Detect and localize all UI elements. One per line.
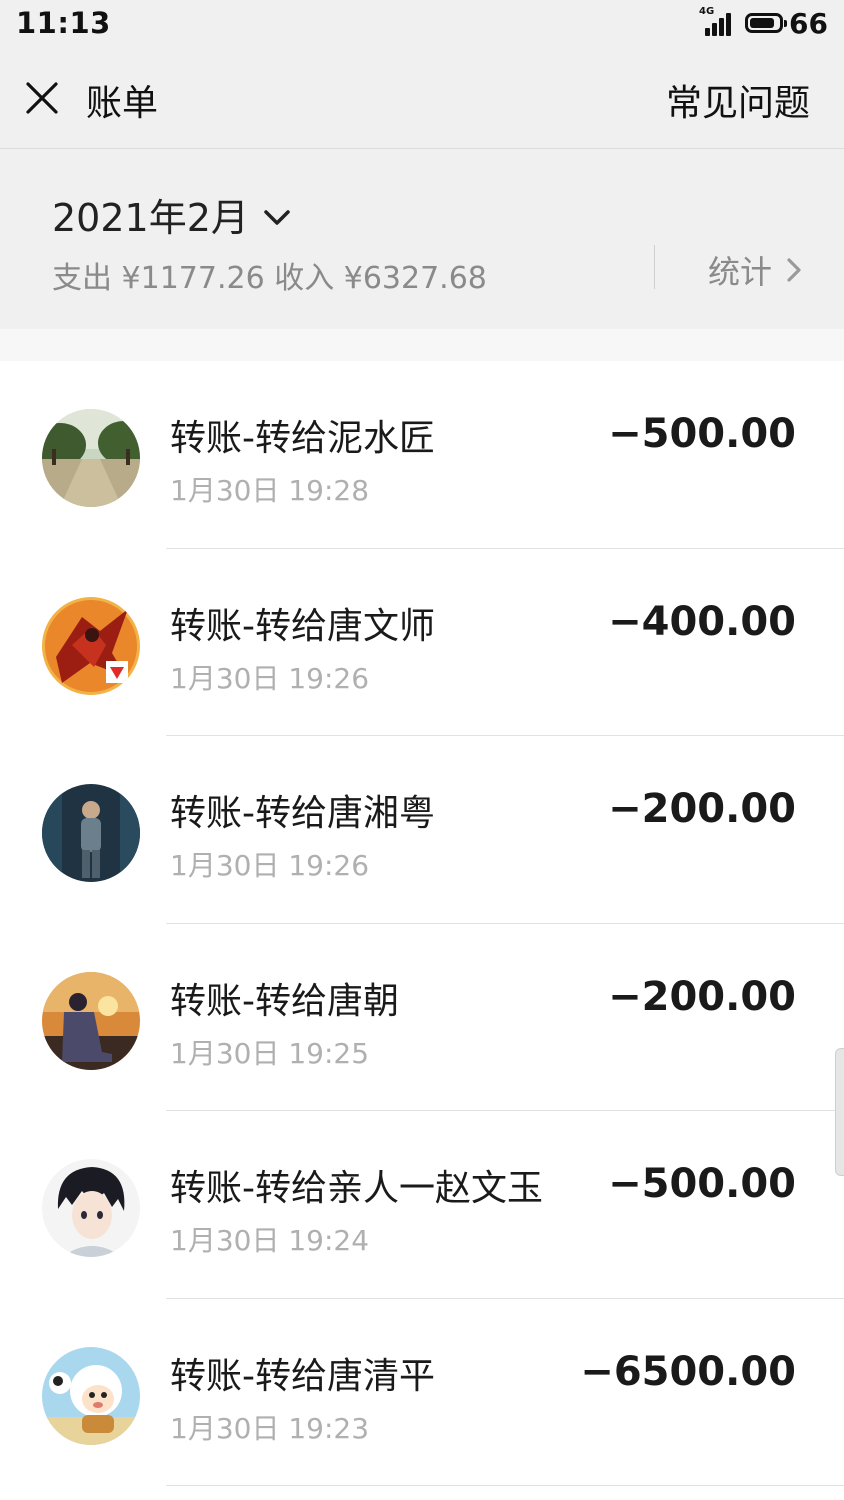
monthly-summary: 2021年2月 支出 ¥1177.26 收入 ¥6327.68 统计 (0, 149, 844, 329)
transaction-title: 转账-转给唐朝 (170, 980, 399, 1022)
divider (654, 245, 655, 289)
transaction-amount: −6500.00 (580, 1348, 796, 1395)
transaction-row[interactable]: 转账-转给唐湘粤 1月30日 19:26 −200.00 (0, 736, 844, 924)
avatar (42, 971, 140, 1070)
status-bar: 11:13 4G 66 (0, 0, 844, 48)
month-selector[interactable]: 2021年2月 (52, 187, 291, 242)
battery-icon (745, 13, 788, 33)
avatar-anime-boy (42, 1159, 140, 1257)
signal-icon: 4G (699, 6, 735, 38)
transaction-row[interactable]: 转账-转给唐朝 1月30日 19:25 −200.00 (0, 924, 844, 1111)
network-type: 4G (699, 6, 715, 17)
avatar (42, 596, 140, 695)
avatar (42, 784, 140, 882)
transaction-title: 转账-转给唐清平 (170, 1355, 435, 1397)
nav-bar: 账单 常见问题 (0, 48, 844, 149)
transaction-row[interactable]: 转账-转给泥水匠 1月30日 19:28 −500.00 (0, 361, 844, 549)
transaction-title: 转账-转给泥水匠 (170, 418, 435, 459)
transaction-time: 1月30日 19:26 (170, 661, 370, 695)
page-title: 账单 (86, 83, 159, 124)
transaction-time: 1月30日 19:23 (170, 1411, 370, 1445)
month-label: 2021年2月 (52, 196, 249, 240)
avatar-red-warrior (42, 596, 140, 695)
avatar-dark-figure (42, 784, 140, 882)
transaction-time: 1月30日 19:24 (170, 1224, 370, 1257)
transaction-time: 1月30日 19:28 (170, 474, 370, 507)
transaction-amount: −200.00 (608, 973, 796, 1020)
transaction-amount: −500.00 (608, 1161, 796, 1207)
stats-link[interactable]: 统计 (708, 247, 802, 293)
avatar-cartoon-sheep (42, 1346, 140, 1445)
divider (166, 1485, 844, 1486)
section-gap (0, 329, 844, 361)
monthly-totals: 支出 ¥1177.26 收入 ¥6327.68 (52, 261, 487, 296)
status-icons: 4G 66 (699, 6, 828, 40)
transaction-row[interactable]: 转账-转给唐文师 1月30日 19:26 −400.00 (0, 549, 844, 736)
avatar (42, 409, 140, 507)
stats-label: 统计 (708, 253, 773, 291)
transaction-time: 1月30日 19:26 (170, 849, 370, 882)
battery-percent: 66 (789, 6, 828, 40)
avatar-sunset-sitting (42, 971, 140, 1070)
transaction-title: 转账-转给唐湘粤 (170, 793, 435, 834)
transaction-row[interactable]: 转账-转给亲人一赵文玉 1月30日 19:24 −500.00 (0, 1111, 844, 1299)
transaction-amount: −200.00 (608, 786, 796, 832)
scroll-handle[interactable] (835, 1048, 844, 1176)
transaction-title: 转账-转给亲人一赵文玉 (170, 1168, 543, 1209)
transaction-amount: −500.00 (608, 411, 796, 457)
transaction-title: 转账-转给唐文师 (170, 605, 435, 647)
transaction-list: 转账-转给泥水匠 1月30日 19:28 −500.00 转账-转给唐文师 1月… (0, 361, 844, 1486)
transaction-row[interactable]: 转账-转给唐清平 1月30日 19:23 −6500.00 (0, 1299, 844, 1486)
avatar (42, 1159, 140, 1257)
chevron-down-icon (264, 209, 290, 225)
status-time: 11:13 (16, 6, 111, 40)
chevron-right-icon (787, 258, 801, 282)
faq-link[interactable]: 常见问题 (666, 74, 810, 126)
transaction-amount: −400.00 (608, 598, 796, 645)
avatar (42, 1346, 140, 1445)
avatar-park-path (42, 409, 140, 507)
close-icon[interactable] (24, 80, 60, 116)
transaction-time: 1月30日 19:25 (170, 1036, 370, 1070)
